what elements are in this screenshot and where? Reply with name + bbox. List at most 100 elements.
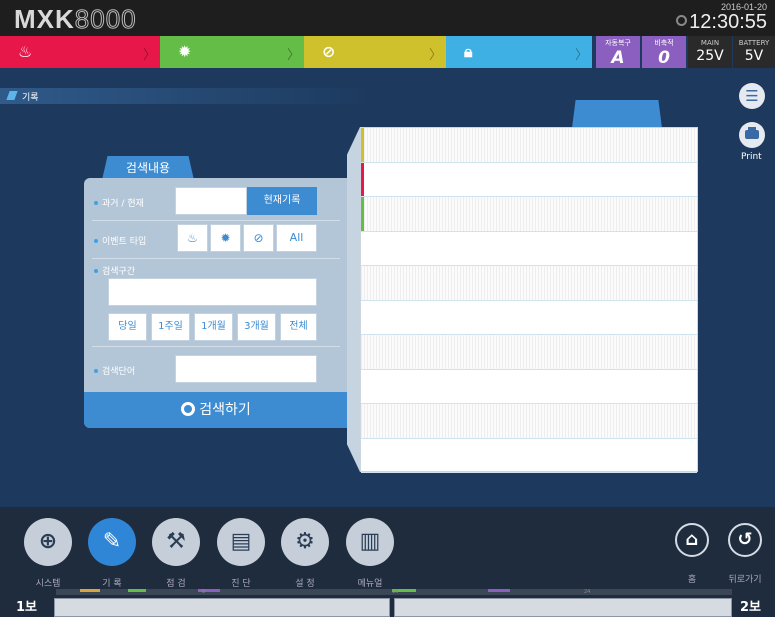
range-label: 검색구간 (94, 264, 135, 277)
keyword-input[interactable] (175, 355, 317, 383)
home-icon: ⌂ (675, 523, 709, 557)
breadcrumb-label: 기록 (22, 93, 39, 103)
timeline-bar-right[interactable] (394, 598, 732, 617)
period-week-button[interactable]: 1주일 (151, 313, 190, 341)
row-status-flag (361, 197, 364, 231)
period-all-button[interactable]: 전체 (280, 313, 317, 341)
logo-number: 8000 (74, 4, 137, 35)
main-power-label: MAIN (700, 39, 720, 47)
fire-icon: ♨ (18, 42, 33, 61)
wrench-icon: ⚒ (152, 518, 200, 566)
timeline-marker (80, 589, 100, 592)
search-submit-button[interactable]: 검색하기 (84, 392, 348, 428)
datetime: 2016-01-20 12:30:55 (676, 2, 767, 32)
timeline-tick: 8 (202, 589, 206, 595)
bottom-nav: ⊕ 시스템 ✎ 기 록 ⚒ 점 검 ▤ 진 단 ⚙ 설 정 ▥ 메뉴얼 ⌂ 홈 … (0, 507, 775, 589)
gear-icon: ⚙ (281, 518, 329, 566)
current-record-button[interactable]: 현재기록 (247, 187, 317, 215)
battery-value: 5V (744, 48, 764, 64)
nav-system-label: 시스템 (35, 579, 61, 589)
breadcrumb: 기록 (0, 88, 370, 104)
battery-power: BATTERY 5V (733, 36, 775, 68)
chevron-right-icon: 〉 (574, 48, 588, 63)
pencil-icon: ✎ (88, 518, 136, 566)
auto-recovery-value: A (611, 48, 625, 68)
event-fault-button[interactable]: ✹ (210, 224, 241, 252)
clock-icon (676, 15, 688, 26)
printer-icon (745, 130, 759, 139)
non-storage-mode[interactable]: 비축적 0 (642, 36, 686, 68)
status-fire[interactable]: ♨ 〉 (0, 36, 160, 68)
nav-back[interactable]: ↺ 뒤로가기 (719, 523, 771, 585)
search-icon (181, 402, 196, 416)
non-storage-value: 0 (658, 48, 670, 68)
book-icon: ▥ (346, 518, 394, 566)
timeline-tick: 16 (392, 589, 399, 595)
lock-icon: 🔒︎ (464, 42, 473, 61)
timeline-bar-left[interactable] (54, 598, 390, 617)
nav-system[interactable]: ⊕ 시스템 (22, 518, 74, 589)
top-bar: MXK8000 2016-01-20 12:30:55 (0, 0, 775, 36)
nav-settings[interactable]: ⚙ 설 정 (279, 518, 331, 589)
row-status-flag (361, 162, 364, 196)
nav-inspect-label: 점 검 (166, 579, 186, 589)
record-row[interactable] (361, 404, 697, 439)
period-today-button[interactable]: 당일 (108, 313, 147, 341)
record-row[interactable] (361, 439, 697, 473)
time-text: 12:30:55 (689, 11, 767, 33)
status-fault[interactable]: ✹ 〉 (160, 36, 304, 68)
nav-back-label: 뒤로가기 (728, 575, 762, 585)
past-button[interactable] (175, 187, 247, 215)
status-block[interactable]: ⊘ 〉 (304, 36, 446, 68)
fire-icon: ♨ (187, 231, 198, 245)
event-type-label: 이벤트 타입 (94, 234, 146, 247)
list-view-button[interactable]: ☰ (739, 83, 765, 109)
record-row[interactable] (361, 266, 697, 301)
main-power: MAIN 25V (688, 36, 732, 68)
timeline-left-label: 1보 (16, 600, 38, 615)
nav-inspect[interactable]: ⚒ 점 검 (150, 518, 202, 589)
period-month-button[interactable]: 1개월 (194, 313, 233, 341)
record-row[interactable] (361, 370, 697, 404)
search-submit-label: 검색하기 (199, 402, 251, 418)
record-row[interactable] (361, 335, 697, 370)
event-fire-button[interactable]: ♨ (177, 224, 208, 252)
nav-diagnose-label: 진 단 (231, 579, 251, 589)
record-row[interactable] (361, 128, 697, 163)
record-row[interactable] (361, 197, 697, 232)
auto-recovery-label: 자동복구 (605, 39, 631, 47)
nav-home-label: 홈 (687, 575, 697, 585)
nav-diagnose[interactable]: ▤ 진 단 (215, 518, 267, 589)
nav-manual[interactable]: ▥ 메뉴얼 (344, 518, 396, 589)
timeline-tick: 24 (584, 589, 591, 595)
back-icon: ↺ (728, 523, 762, 557)
divider (92, 220, 340, 221)
record-row[interactable] (361, 301, 697, 335)
main-power-value: 25V (696, 48, 724, 64)
nav-record[interactable]: ✎ 기 록 (86, 518, 138, 589)
chevron-right-icon: 〉 (286, 48, 300, 63)
timeline-right-label: 2보 (740, 600, 762, 615)
app-logo: MXK8000 (14, 4, 137, 35)
event-block-button[interactable]: ⊘ (243, 224, 274, 252)
nav-manual-label: 메뉴얼 (357, 579, 383, 589)
divider (92, 258, 340, 259)
period-3month-button[interactable]: 3개월 (237, 313, 276, 341)
auto-recovery-mode[interactable]: 자동복구 A (596, 36, 640, 68)
chevron-right-icon: 〉 (142, 48, 156, 63)
status-lock[interactable]: 🔒︎ 〉 (446, 36, 592, 68)
record-list-side (347, 127, 360, 472)
no-entry-icon: ⊘ (253, 231, 264, 245)
search-panel-tab: 검색내용 (102, 156, 194, 180)
keyword-label: 검색단어 (94, 364, 135, 377)
nav-home[interactable]: ⌂ 홈 (666, 523, 718, 585)
sun-fault-icon: ✹ (220, 231, 231, 245)
clipboard-icon: ▤ (217, 518, 265, 566)
print-button[interactable] (739, 122, 765, 148)
no-entry-icon: ⊘ (322, 42, 336, 61)
record-row[interactable] (361, 232, 697, 266)
past-current-label: 과거 / 현재 (94, 196, 144, 209)
range-input[interactable] (108, 278, 317, 306)
record-row[interactable] (361, 162, 697, 197)
event-all-button[interactable]: All (276, 224, 317, 252)
